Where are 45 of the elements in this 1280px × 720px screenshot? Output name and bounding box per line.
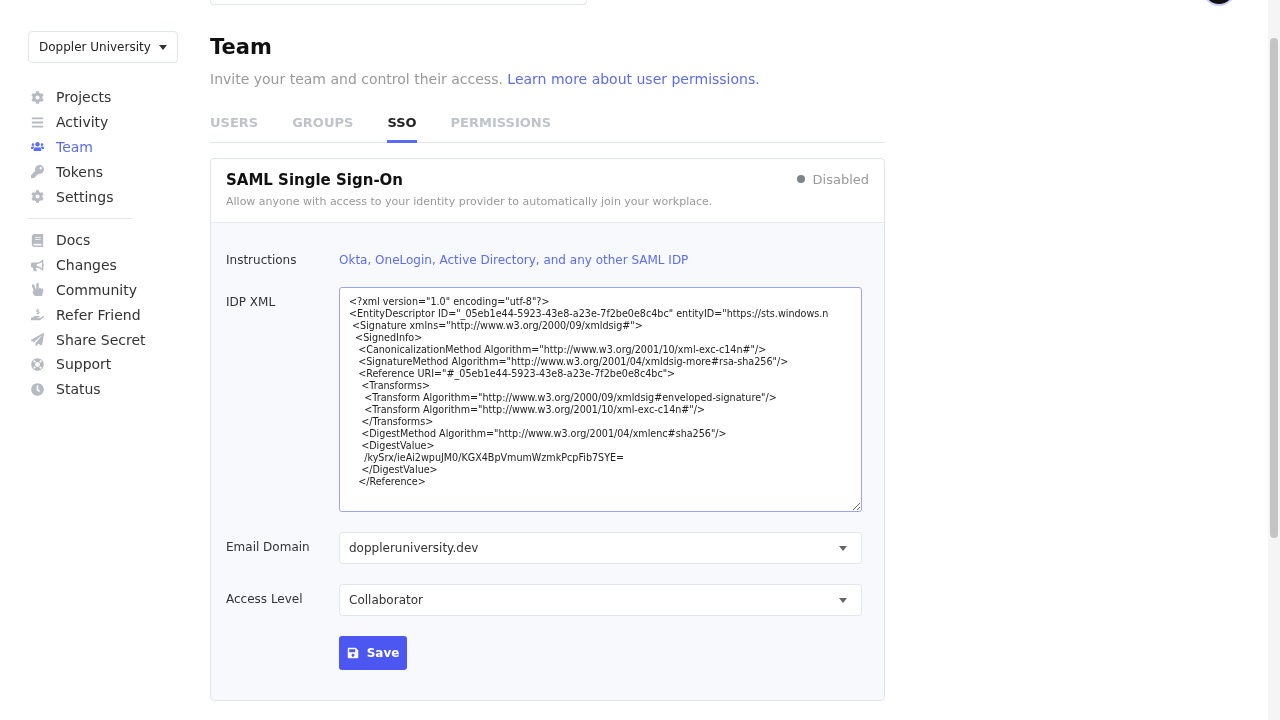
save-icon bbox=[346, 647, 359, 659]
nav-item[interactable]: Activity bbox=[28, 109, 178, 135]
menu-icon bbox=[30, 115, 44, 129]
email-domain-select[interactable]: doppleruniversity.dev bbox=[339, 532, 862, 564]
settings-icon bbox=[30, 190, 44, 204]
hand-coin-icon bbox=[30, 308, 44, 322]
access-level-select[interactable]: Collaborator bbox=[339, 584, 862, 616]
nav-item[interactable]: Share Secret bbox=[28, 327, 178, 352]
nav-item[interactable]: Projects bbox=[28, 85, 178, 110]
card-title: SAML Single Sign-On bbox=[226, 171, 405, 189]
field-label: IDP XML bbox=[226, 294, 277, 309]
field-label: Access Level bbox=[226, 591, 304, 606]
paper-plane-icon bbox=[30, 333, 44, 347]
nav-item[interactable]: Team bbox=[28, 134, 178, 160]
nav-item[interactable]: Community bbox=[28, 277, 178, 303]
gear-icon bbox=[30, 90, 44, 104]
nav-item[interactable]: Tokens bbox=[28, 159, 178, 185]
instructions-link[interactable]: Okta, OneLogin, Active Directory, and any other SAML IDP bbox=[339, 253, 862, 267]
megaphone-icon bbox=[30, 258, 44, 272]
field-label: Email Domain bbox=[226, 539, 311, 554]
users-icon bbox=[30, 140, 44, 154]
book-icon bbox=[30, 233, 44, 247]
permissions-link[interactable]: Learn more about user permissions. bbox=[507, 71, 760, 87]
workplace-dropdown[interactable]: Doppler University bbox=[28, 31, 178, 63]
status-label: Disabled bbox=[812, 171, 869, 187]
xml-input[interactable]: <?xml version="1.0" encoding="utf-8"?> <EntityDescriptor ID="_05eb1e44-5923-43e8-a23e-7f2be0e8c4bc" entityID="https://sts.windows.n <Signature xmlns="http://www.w3.org/2000/09/xmldsig#"> <SignedInfo> <CanonicalizationMethod Algorithm="http://www.w3.org/2001/10/xml-exc-c14n#"/> <SignatureMethod Algorithm="http://www.w3.org/2001/04/xmldsig-more#rsa-sha256"/> <Reference URI="#_05eb1e44-5923-43e8-a23e-7f2be0e8c4bc"> <Transforms> <Transform Algorithm="http://www.w3.org/2000/09/xmldsig#enveloped-signature"/> <Transform Algorithm="http://www.w3.org/2001/10/xml-exc-c14n#"/> </Transforms> <DigestMethod Algorithm="http://www.w3.org/2001/04/xmlenc#sha256"/> <DigestValue> /kySrx/ieAi2wpuJM0/KGX4BpVmumWzmkPcpFib7SYE= </DigestValue> </Reference> bbox=[339, 287, 862, 512]
save-button[interactable]: Save bbox=[339, 636, 407, 670]
key-icon bbox=[30, 165, 44, 179]
nav-item[interactable]: Settings bbox=[28, 184, 178, 209]
peace-hand-icon bbox=[30, 283, 44, 297]
lifebuoy-icon bbox=[30, 357, 44, 371]
page-subtitle: Invite your team and control their access. Learn more about user permissions. bbox=[210, 71, 761, 87]
caret-icon bbox=[839, 597, 847, 603]
nav-item[interactable]: Status bbox=[28, 376, 178, 402]
nav-item[interactable]: Support bbox=[28, 351, 178, 377]
field-label: Instructions bbox=[226, 253, 298, 267]
caret-icon bbox=[159, 44, 167, 50]
nav-item[interactable]: Changes bbox=[28, 252, 178, 278]
nav-item[interactable]: Refer Friend bbox=[28, 302, 178, 328]
tab[interactable]: SSO bbox=[387, 115, 417, 143]
nav-item[interactable]: Docs bbox=[28, 228, 178, 253]
caret-icon bbox=[839, 545, 847, 551]
page-title: Team bbox=[210, 35, 273, 59]
card-description: Allow anyone with access to your identity provider to automatically join your workplace. bbox=[226, 195, 713, 208]
clock-icon bbox=[30, 382, 44, 396]
